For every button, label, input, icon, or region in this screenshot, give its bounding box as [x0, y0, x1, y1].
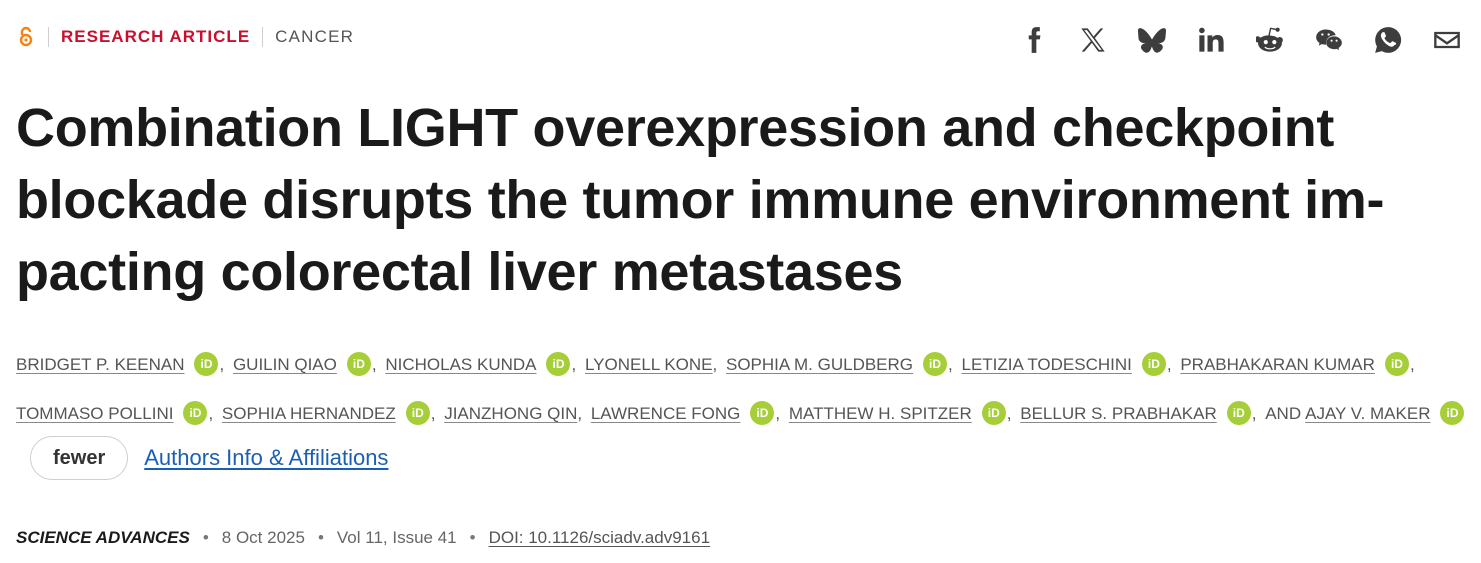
author-name[interactable]: PRABHAKARAN KUMAR: [1180, 355, 1375, 374]
orcid-icon[interactable]: iD: [1226, 400, 1251, 425]
journal-name: SCIENCE ADVANCES: [16, 528, 190, 547]
orcid-icon[interactable]: iD: [750, 400, 775, 425]
orcid-icon[interactable]: iD: [194, 351, 219, 376]
orcid-icon[interactable]: iD: [981, 400, 1006, 425]
reddit-icon[interactable]: [1252, 22, 1288, 58]
orcid-icon[interactable]: iD: [1440, 400, 1465, 425]
linkedin-icon[interactable]: [1193, 22, 1229, 58]
author-name[interactable]: SOPHIA M. GULDBERG: [726, 355, 913, 374]
comma: ,: [219, 355, 225, 374]
orcid-icon[interactable]: iD: [1384, 351, 1409, 376]
title-line: Combination LIGHT overexpression and che…: [16, 98, 1335, 158]
comma: ,: [712, 355, 718, 374]
comma: ,: [1166, 355, 1172, 374]
comma: ,: [775, 404, 781, 423]
orcid-icon[interactable]: iD: [923, 351, 948, 376]
meta-separator: •: [202, 528, 209, 547]
author-list: BRIDGET P. KEENAN iD, GUILIN QIAO iD, NICH…: [16, 340, 1476, 438]
article-header: RESEARCH ARTICLE CANCER: [16, 24, 354, 50]
email-icon[interactable]: [1429, 22, 1465, 58]
comma: ,: [1409, 355, 1415, 374]
author-item: TOMMASO POLLINI iD,: [16, 389, 217, 438]
author-name[interactable]: AJAY V. MAKER: [1305, 404, 1430, 423]
author-actions: fewer Authors Info & Affiliations: [30, 435, 388, 481]
author-item: NICHOLAS KUNDA iD,: [385, 340, 580, 389]
meta-separator: •: [317, 528, 324, 547]
and-label: AND: [1265, 404, 1302, 423]
comma: ,: [430, 404, 436, 423]
subject-link[interactable]: CANCER: [275, 27, 354, 47]
author-name[interactable]: BELLUR S. PRABHAKAR: [1020, 404, 1217, 423]
orcid-icon[interactable]: iD: [405, 400, 430, 425]
author-name[interactable]: NICHOLAS KUNDA: [385, 355, 536, 374]
x-icon[interactable]: [1075, 22, 1111, 58]
comma: ,: [571, 355, 577, 374]
comma: ,: [948, 355, 953, 374]
comma: ,: [1006, 404, 1012, 423]
publication-meta: SCIENCE ADVANCES • 8 Oct 2025 • Vol 11, …: [16, 526, 710, 550]
authors-affiliations-link[interactable]: Authors Info & Affiliations: [144, 445, 388, 471]
wechat-icon[interactable]: [1311, 22, 1347, 58]
volume-issue: Vol 11, Issue 41: [336, 528, 457, 547]
orcid-icon[interactable]: iD: [1141, 351, 1166, 376]
divider: [48, 27, 49, 47]
author-item: BRIDGET P. KEENAN iD,: [16, 340, 228, 389]
comma: ,: [208, 404, 214, 423]
author-item: GUILIN QIAO iD,: [233, 340, 381, 389]
author-item: SOPHIA M. GULDBERG iD,: [726, 340, 957, 389]
author-name[interactable]: LETIZIA TODESCHINI: [962, 355, 1132, 374]
author-item: LAWRENCE FONG iD,: [591, 389, 784, 438]
author-item: AND AJAY V. MAKER iD: [1265, 389, 1465, 438]
comma: ,: [577, 404, 583, 423]
whatsapp-icon[interactable]: [1370, 22, 1406, 58]
open-access-icon: [16, 24, 36, 50]
comma: ,: [371, 355, 377, 374]
author-name[interactable]: TOMMASO POLLINI: [16, 404, 173, 423]
title-line: pacting colorectal liver metastases: [16, 242, 903, 302]
bluesky-icon[interactable]: [1134, 22, 1170, 58]
facebook-icon[interactable]: [1016, 22, 1052, 58]
publication-date: 8 Oct 2025: [221, 528, 305, 547]
orcid-icon[interactable]: iD: [546, 351, 571, 376]
author-name[interactable]: SOPHIA HERNANDEZ: [222, 404, 396, 423]
comma: ,: [1251, 404, 1257, 423]
author-name[interactable]: LAWRENCE FONG: [591, 404, 741, 423]
article-title: Combination LIGHT overexpression and che…: [16, 92, 1456, 308]
fewer-authors-button[interactable]: fewer: [30, 436, 129, 480]
author-item: JIANZHONG QIN,: [444, 389, 586, 438]
author-item: SOPHIA HERNANDEZ iD,: [222, 389, 440, 438]
author-item: BELLUR S. PRABHAKAR iD,: [1020, 389, 1260, 438]
author-item: MATTHEW H. SPITZER iD,: [789, 389, 1016, 438]
meta-separator: •: [469, 528, 476, 547]
article-type: RESEARCH ARTICLE: [61, 27, 251, 46]
author-item: PRABHAKARAN KUMAR iD,: [1180, 340, 1418, 389]
divider: [262, 27, 264, 47]
title-line: blockade disrupts the tumor immune envir…: [16, 170, 1385, 230]
author-name[interactable]: LYONELL KONE: [585, 355, 713, 374]
share-toolbar: [993, 22, 1465, 58]
author-name[interactable]: MATTHEW H. SPITZER: [789, 404, 972, 423]
author-item: LYONELL KONE,: [585, 340, 721, 389]
author-name[interactable]: JIANZHONG QIN: [444, 404, 577, 423]
author-name[interactable]: GUILIN QIAO: [233, 355, 337, 374]
orcid-icon[interactable]: iD: [183, 400, 208, 425]
orcid-icon[interactable]: iD: [346, 351, 371, 376]
author-name[interactable]: BRIDGET P. KEENAN: [16, 355, 184, 374]
doi-link[interactable]: DOI: 10.1126/sciadv.adv9161: [489, 528, 710, 548]
author-item: LETIZIA TODESCHINI iD,: [962, 340, 1176, 389]
